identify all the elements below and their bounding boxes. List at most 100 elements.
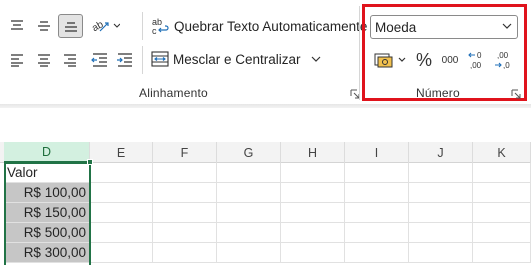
- grid-cell[interactable]: [281, 223, 345, 243]
- align-middle-icon: [38, 21, 50, 31]
- ribbon: ab ab c Quebrar Texto Automaticamente Me…: [0, 0, 531, 104]
- cell-d4[interactable]: R$ 500,00: [4, 223, 90, 243]
- grid-cell[interactable]: [281, 243, 345, 263]
- grid-cell[interactable]: [153, 203, 217, 223]
- grid-cell[interactable]: [473, 183, 531, 203]
- column-header-k[interactable]: K: [473, 142, 531, 163]
- grid-cell[interactable]: [473, 203, 531, 223]
- accounting-format-button[interactable]: [372, 49, 410, 71]
- separator: [142, 12, 143, 40]
- text-orientation-icon: ab: [90, 19, 120, 34]
- align-center-icon: [38, 54, 50, 67]
- grid-cell[interactable]: [217, 223, 281, 243]
- grid-cell[interactable]: [281, 183, 345, 203]
- increase-decimal-icon: 0 ,00: [468, 51, 482, 70]
- column-header-d[interactable]: D: [4, 142, 90, 163]
- accounting-format-icon: [374, 53, 406, 68]
- grid-cell[interactable]: [90, 183, 153, 203]
- chevron-down-icon[interactable]: [311, 55, 321, 63]
- column-header-i[interactable]: I: [345, 142, 409, 163]
- grid-cell[interactable]: [473, 223, 531, 243]
- grid-cell[interactable]: [153, 223, 217, 243]
- grid-cell[interactable]: [90, 203, 153, 223]
- grid-cell[interactable]: [409, 223, 473, 243]
- grid-cell[interactable]: [345, 243, 409, 263]
- grid-cell[interactable]: [153, 163, 217, 183]
- column-header-h[interactable]: H: [281, 142, 345, 163]
- column-header-g[interactable]: G: [217, 142, 281, 163]
- grid-cell[interactable]: [409, 163, 473, 183]
- grid-cell[interactable]: [90, 243, 153, 263]
- group-separator: [359, 6, 360, 100]
- svg-text:ab: ab: [90, 19, 106, 34]
- svg-text:,00: ,00: [470, 61, 482, 70]
- grid-cell[interactable]: [217, 243, 281, 263]
- percent-icon: %: [415, 49, 432, 70]
- svg-text:,00: ,00: [497, 51, 509, 60]
- number-format-select[interactable]: Moeda: [370, 15, 518, 39]
- align-middle-button[interactable]: [32, 15, 56, 37]
- cell-d1[interactable]: Valor: [4, 163, 90, 183]
- cell-d5[interactable]: R$ 300,00: [4, 243, 90, 263]
- chevron-down-icon: [502, 23, 512, 29]
- thousands-separator-icon: 000: [441, 54, 459, 66]
- grid-cell[interactable]: [153, 243, 217, 263]
- orientation-button[interactable]: ab: [88, 14, 122, 36]
- grid-cell[interactable]: [473, 163, 531, 183]
- comma-style-button[interactable]: 000: [438, 49, 462, 71]
- grid-cell[interactable]: [90, 223, 153, 243]
- align-top-icon: [11, 20, 23, 30]
- wrap-text-label: Quebrar Texto Automaticamente: [174, 18, 368, 34]
- wrap-text-button[interactable]: ab c Quebrar Texto Automaticamente: [151, 16, 367, 36]
- merge-center-button[interactable]: Mesclar e Centralizar: [151, 51, 321, 67]
- align-bottom-icon: [64, 22, 77, 32]
- column-header-f[interactable]: F: [153, 142, 217, 163]
- svg-text:0: 0: [477, 51, 482, 60]
- grid-cell[interactable]: [345, 183, 409, 203]
- merge-center-label: Mesclar e Centralizar: [173, 51, 301, 67]
- grid-cell[interactable]: [281, 163, 345, 183]
- decrease-decimal-button[interactable]: ,00 ,0: [493, 47, 517, 73]
- align-right-button[interactable]: [58, 49, 82, 71]
- wrap-text-icon: ab c: [152, 17, 169, 36]
- increase-decimal-button[interactable]: 0 ,00: [466, 47, 490, 73]
- svg-text:,0: ,0: [503, 61, 510, 70]
- column-header-row: D E F G H I J K: [0, 142, 531, 163]
- grid-cell[interactable]: [345, 163, 409, 183]
- align-center-button[interactable]: [32, 49, 56, 71]
- increase-indent-icon: [117, 53, 132, 67]
- column-header-e[interactable]: E: [90, 142, 153, 163]
- number-group-label: Número: [416, 86, 460, 100]
- decrease-indent-button[interactable]: [88, 49, 112, 71]
- alignment-group-label: Alinhamento: [139, 86, 208, 100]
- grid-cell[interactable]: [409, 243, 473, 263]
- grid-cell[interactable]: [345, 223, 409, 243]
- svg-text:c: c: [152, 26, 157, 36]
- separator: [142, 46, 143, 74]
- align-bottom-button[interactable]: [58, 14, 83, 38]
- grid-cell[interactable]: [473, 243, 531, 263]
- grid-cell[interactable]: [217, 203, 281, 223]
- align-top-button[interactable]: [5, 15, 29, 37]
- merge-cells-icon: [151, 51, 169, 67]
- grid-cell[interactable]: [217, 163, 281, 183]
- grid-cell[interactable]: [281, 203, 345, 223]
- column-header-j[interactable]: J: [409, 142, 473, 163]
- number-dialog-launcher-icon[interactable]: [511, 89, 521, 99]
- decrease-decimal-icon: ,00 ,0: [495, 51, 510, 70]
- cell-d3[interactable]: R$ 150,00: [4, 203, 90, 223]
- grid-cell[interactable]: [409, 203, 473, 223]
- align-left-button[interactable]: [5, 49, 29, 71]
- grid-cell[interactable]: [217, 183, 281, 203]
- decrease-indent-icon: [91, 53, 107, 67]
- increase-indent-button[interactable]: [113, 49, 137, 71]
- cell-d2[interactable]: R$ 100,00: [4, 183, 90, 203]
- formula-area-gap: [0, 108, 531, 142]
- grid-cell[interactable]: [345, 203, 409, 223]
- grid-cell[interactable]: [409, 183, 473, 203]
- number-format-value: Moeda: [375, 19, 417, 35]
- grid-cell[interactable]: [90, 163, 153, 183]
- fill-handle[interactable]: [87, 159, 93, 165]
- grid-cell[interactable]: [153, 183, 217, 203]
- percent-style-button[interactable]: %: [413, 48, 435, 72]
